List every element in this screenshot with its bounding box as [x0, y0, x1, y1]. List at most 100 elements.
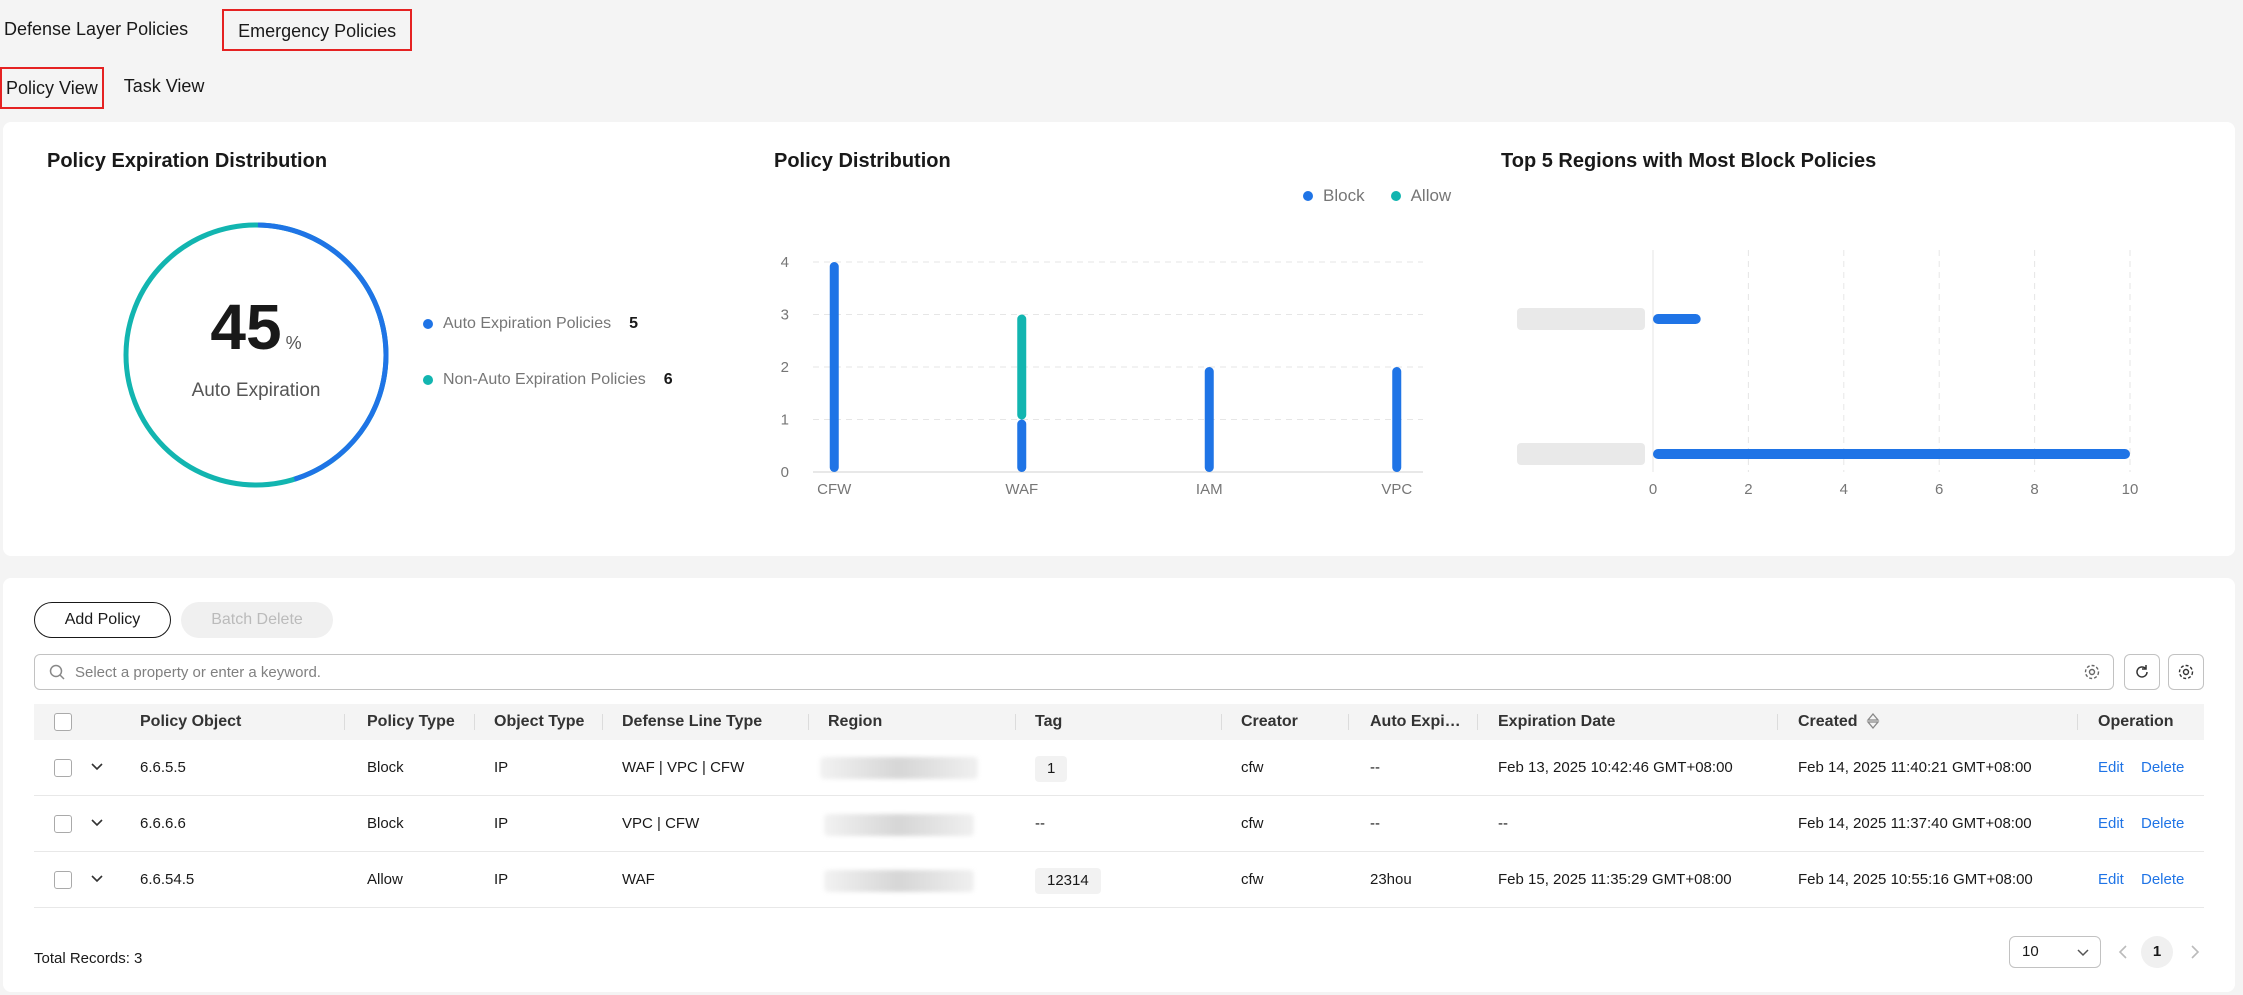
region-label-redacted — [1517, 308, 1645, 330]
cell-policy-type: Block — [367, 759, 404, 776]
search-input[interactable]: Select a property or enter a keyword. — [34, 654, 2114, 690]
batch-delete-button[interactable]: Batch Delete — [181, 602, 333, 638]
legend-block[interactable]: Block — [1323, 186, 1365, 206]
x-tick-label: 8 — [2030, 481, 2038, 498]
cell-policy-object: 6.6.54.5 — [140, 871, 195, 888]
y-tick-label: 4 — [781, 254, 789, 271]
row-checkbox[interactable] — [54, 815, 72, 833]
cell-expiration-date: -- — [1498, 815, 1508, 832]
delete-link[interactable]: Delete — [2141, 796, 2184, 852]
col-auto-expiration: Auto Expi… — [1370, 713, 1461, 730]
refresh-button[interactable] — [2124, 654, 2160, 690]
cell-creator: cfw — [1241, 871, 1264, 888]
total-records: Total Records: 3 — [34, 950, 143, 967]
page-number-current[interactable]: 1 — [2141, 936, 2173, 968]
bar-block-cfw — [829, 262, 839, 472]
bar-block-iam — [1204, 367, 1214, 472]
delete-link[interactable]: Delete — [2141, 852, 2184, 908]
sub-tabs: Policy View Task View — [0, 67, 222, 109]
row-checkbox[interactable] — [54, 871, 72, 889]
bar-allow-waf — [1017, 314, 1027, 420]
cell-created: Feb 14, 2025 10:55:16 GMT+08:00 — [1798, 871, 2033, 888]
donut-center: 45% Auto Expiration — [121, 220, 391, 490]
chevron-down-icon[interactable] — [90, 762, 104, 772]
next-page-icon[interactable] — [2189, 944, 2201, 960]
cell-auto-expiration: -- — [1370, 815, 1380, 832]
cell-created: Feb 14, 2025 11:37:40 GMT+08:00 — [1798, 815, 2032, 832]
y-tick-label: 1 — [781, 412, 789, 429]
cell-object-type: IP — [494, 871, 509, 888]
cell-created: Feb 14, 2025 11:40:21 GMT+08:00 — [1798, 759, 2032, 776]
top-tabs: Defense Layer Policies Emergency Policie… — [0, 8, 413, 52]
search-settings-icon[interactable] — [2083, 663, 2101, 681]
region-bar — [1653, 449, 2130, 459]
legend-count: 5 — [629, 315, 638, 332]
region-bar — [1653, 314, 1701, 324]
prev-page-icon[interactable] — [2117, 944, 2129, 960]
distribution-legend: Block Allow — [1303, 186, 1451, 206]
col-creator: Creator — [1241, 713, 1298, 730]
bar-block-waf — [1017, 419, 1027, 472]
tab-policy-view[interactable]: Policy View — [0, 67, 104, 109]
x-tick-label: 10 — [2122, 481, 2139, 498]
regions-chart-title: Top 5 Regions with Most Block Policies — [1501, 150, 1877, 172]
page-size-select[interactable]: 10 — [2009, 936, 2101, 968]
tab-emergency-policies[interactable]: Emergency Policies — [222, 9, 413, 51]
tab-defense-layer-policies[interactable]: Defense Layer Policies — [0, 9, 202, 51]
col-region: Region — [828, 713, 883, 730]
policy-table-panel: Add Policy Batch Delete Select a propert… — [3, 578, 2235, 992]
col-defense-line-type: Defense Line Type — [622, 713, 763, 730]
legend-allow[interactable]: Allow — [1411, 186, 1452, 206]
legend-dot-icon — [423, 375, 433, 385]
col-created[interactable]: Created — [1798, 704, 1880, 740]
distribution-bar-chart: 0 1 2 3 4 CFW WAF IAM VPC — [781, 254, 1423, 498]
edit-link[interactable]: Edit — [2098, 852, 2124, 908]
x-tick-label: CFW — [817, 481, 852, 498]
region-label-redacted — [1517, 443, 1645, 465]
table-row: 6.6.5.5 Block IP WAF | VPC | CFW 1 cfw -… — [34, 740, 2204, 796]
search-placeholder: Select a property or enter a keyword. — [75, 663, 321, 681]
cell-tag: -- — [1035, 815, 1045, 832]
cell-object-type: IP — [494, 815, 509, 832]
col-object-type: Object Type — [494, 713, 585, 730]
y-tick-label: 3 — [781, 307, 789, 324]
col-policy-object: Policy Object — [140, 713, 242, 730]
x-tick-label: 4 — [1840, 481, 1848, 498]
charts-panel: Policy Expiration Distribution 45% Auto … — [3, 122, 2235, 556]
donut-center-label: Auto Expiration — [191, 380, 321, 401]
sort-icon — [1866, 712, 1880, 730]
cell-defense-line: WAF | VPC | CFW — [622, 759, 745, 776]
chevron-down-icon[interactable] — [90, 874, 104, 884]
legend-label: Auto Expiration Policies — [443, 315, 612, 332]
cell-policy-type: Allow — [367, 871, 403, 888]
edit-link[interactable]: Edit — [2098, 740, 2124, 796]
cell-policy-object: 6.6.5.5 — [140, 759, 186, 776]
cell-defense-line: VPC | CFW — [622, 815, 700, 832]
add-policy-button[interactable]: Add Policy — [34, 602, 171, 638]
cell-policy-object: 6.6.6.6 — [140, 815, 186, 832]
tab-task-view[interactable]: Task View — [118, 67, 209, 109]
col-tag: Tag — [1035, 713, 1063, 730]
cell-region-redacted — [820, 757, 978, 779]
row-checkbox[interactable] — [54, 759, 72, 777]
table-settings-button[interactable] — [2168, 654, 2204, 690]
col-operation: Operation — [2098, 713, 2174, 730]
legend-count: 6 — [663, 371, 673, 388]
cell-tag: 12314 — [1035, 868, 1101, 894]
x-tick-label: 2 — [1744, 481, 1752, 498]
legend-non-auto-expiration: Non-Auto Expiration Policies 6 — [423, 371, 673, 389]
search-icon — [49, 664, 65, 680]
delete-link[interactable]: Delete — [2141, 740, 2184, 796]
legend-dot-icon — [1390, 191, 1401, 201]
edit-link[interactable]: Edit — [2098, 796, 2124, 852]
cell-creator: cfw — [1241, 815, 1264, 832]
select-all-checkbox[interactable] — [54, 713, 72, 731]
cell-region-redacted — [824, 814, 974, 836]
chevron-down-icon[interactable] — [90, 818, 104, 828]
legend-label: Non-Auto Expiration Policies — [443, 371, 646, 388]
chevron-down-icon — [2077, 949, 2089, 957]
donut-percent: 45% — [210, 291, 302, 363]
x-tick-label: 6 — [1935, 481, 1943, 498]
regions-bar-chart: 0 2 4 6 8 10 — [1517, 250, 2139, 498]
x-tick-label: IAM — [1196, 481, 1223, 498]
